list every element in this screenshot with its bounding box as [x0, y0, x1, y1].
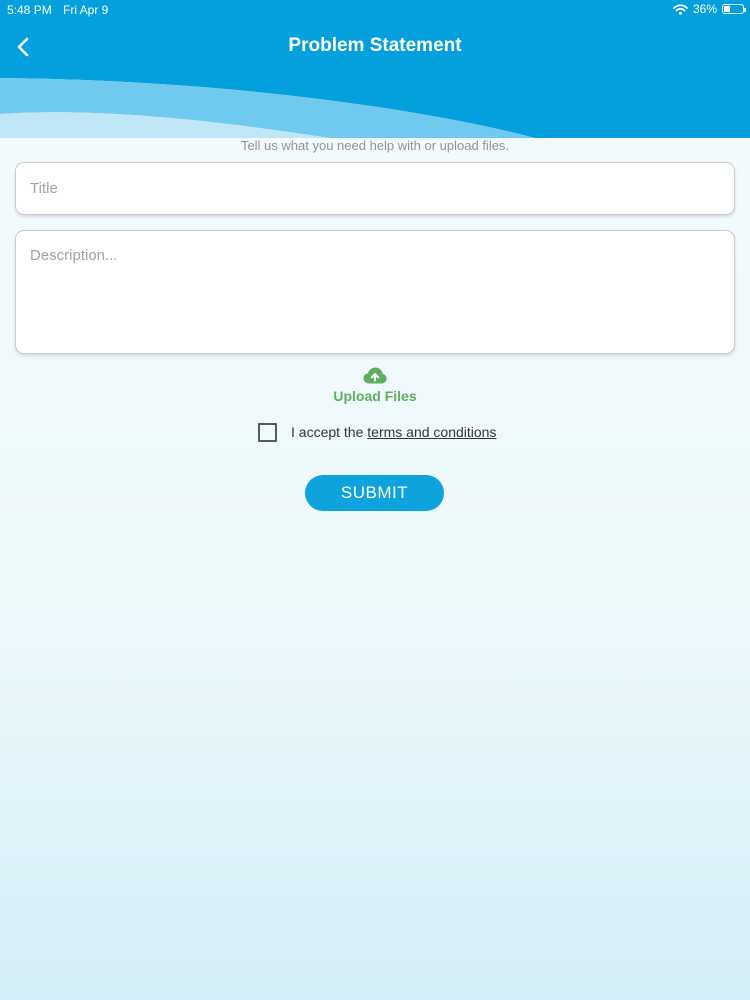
accept-prefix: I accept the: [291, 424, 364, 440]
status-bar: 5:48 PM Fri Apr 9 36%: [0, 0, 750, 20]
form-subtitle: Tell us what you need help with or uploa…: [240, 138, 510, 153]
terms-link[interactable]: terms and conditions: [367, 424, 496, 440]
title-input[interactable]: [15, 162, 735, 215]
wifi-icon: [673, 3, 688, 15]
terms-acceptance-text: I accept the terms and conditions: [291, 424, 496, 440]
battery-level: [724, 6, 730, 12]
status-indicators: 36%: [673, 2, 746, 16]
description-textarea[interactable]: [15, 230, 735, 354]
upload-files-button[interactable]: Upload Files: [300, 364, 450, 408]
status-date: Fri Apr 9: [63, 3, 109, 17]
submit-button[interactable]: SUBMIT: [305, 475, 444, 511]
battery-percentage: 36%: [692, 2, 717, 16]
page-title: Problem Statement: [288, 35, 462, 56]
upload-files-label: Upload Files: [333, 388, 417, 404]
status-time: 5:48 PM: [7, 3, 52, 17]
battery-icon: [722, 4, 746, 14]
terms-checkbox[interactable]: [258, 423, 277, 442]
header: 5:48 PM Fri Apr 9 36% Problem Statement: [0, 0, 750, 138]
cloud-upload-icon: [363, 367, 387, 384]
header-wave-background: [0, 0, 750, 138]
